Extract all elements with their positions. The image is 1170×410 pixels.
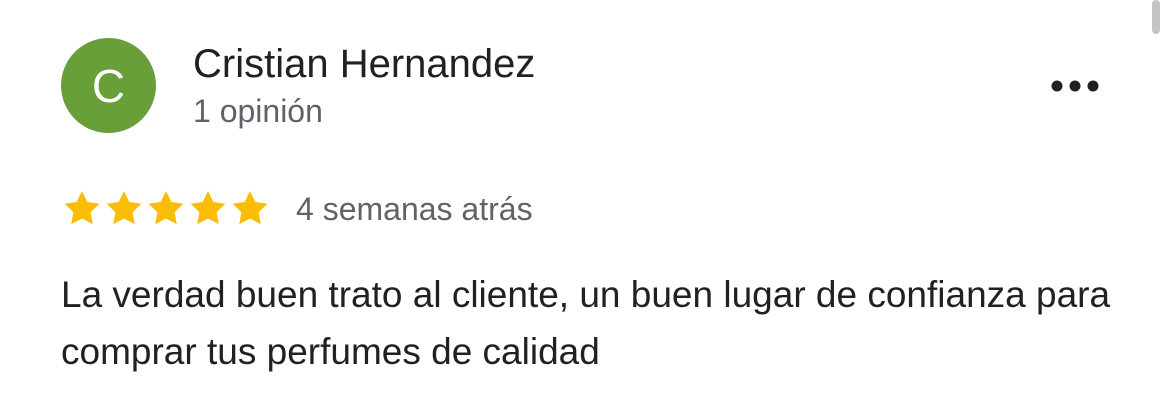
star-icon [106,191,142,225]
star-rating [61,187,271,231]
more-horizontal-icon [1051,80,1099,92]
star-icon [64,191,100,225]
author-name[interactable]: Cristian Hernandez [193,40,535,88]
review-date: 4 semanas atrás [296,191,533,227]
star-icon [148,191,184,225]
avatar-letter: C [91,59,126,112]
star-icon [232,191,268,225]
review-text: La verdad buen trato al cliente, un buen… [61,274,1111,372]
star-icon [190,191,226,225]
more-options-button[interactable] [1043,64,1107,108]
scrollbar[interactable] [1152,0,1160,34]
avatar[interactable]: C [61,38,156,133]
review-count: 1 opinión [193,93,323,129]
review-card: C Cristian Hernandez 1 opinión 4 semanas… [0,0,1170,410]
